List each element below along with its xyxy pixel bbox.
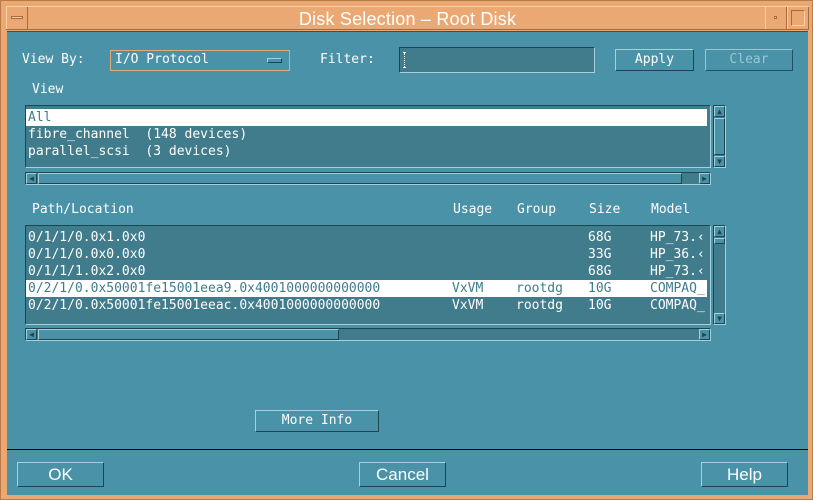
disk-model: COMPAQ_ bbox=[650, 298, 705, 313]
view-list-item-all[interactable]: All bbox=[26, 109, 707, 126]
title-bar[interactable]: Disk Selection – Root Disk bbox=[6, 6, 809, 30]
column-header-model[interactable]: Model bbox=[651, 202, 690, 217]
disk-size: 68G bbox=[588, 230, 612, 245]
maximize-button[interactable] bbox=[787, 7, 809, 29]
view-list-hscroll-thumb[interactable] bbox=[38, 173, 682, 184]
footer-separator bbox=[7, 449, 808, 451]
scroll-left-arrow-icon[interactable]: ◀ bbox=[26, 173, 37, 184]
dropdown-indicator-icon bbox=[267, 58, 282, 63]
disk-usage: VxVM bbox=[452, 298, 484, 313]
view-list[interactable]: All fibre_channel (148 devices) parallel… bbox=[25, 105, 711, 168]
disk-row[interactable]: 0/1/1/0.0x1.0x0 68G HP_73.‹ bbox=[26, 229, 710, 246]
scroll-right-arrow-icon[interactable]: ▶ bbox=[699, 173, 710, 184]
disk-path: 0/2/1/0.0x50001fe15001eea9.0x40010000000… bbox=[28, 281, 381, 296]
view-by-dropdown[interactable]: I/O Protocol bbox=[110, 50, 290, 71]
view-list-vscroll-thumb[interactable] bbox=[714, 118, 725, 155]
column-header-usage[interactable]: Usage bbox=[453, 202, 492, 217]
help-button[interactable]: Help bbox=[701, 462, 788, 487]
scroll-down-arrow-icon[interactable]: ▼ bbox=[714, 156, 725, 167]
view-by-label: View By: bbox=[22, 52, 85, 67]
minimize-icon bbox=[774, 16, 777, 19]
scroll-right-arrow-icon[interactable]: ▶ bbox=[699, 329, 710, 340]
disk-size: 10G bbox=[588, 298, 612, 313]
view-list-horizontal-scrollbar[interactable]: ◀ ▶ bbox=[25, 172, 711, 185]
disk-path: 0/1/1/0.0x1.0x0 bbox=[28, 230, 146, 245]
clear-button[interactable]: Clear bbox=[705, 49, 793, 71]
disk-list-vertical-scrollbar[interactable]: ▲ ▼ bbox=[713, 225, 726, 325]
window-frame: Disk Selection – Root Disk View By: I/O … bbox=[0, 0, 813, 500]
disk-model: HP_73.‹ bbox=[650, 264, 705, 279]
scroll-up-arrow-icon[interactable]: ▲ bbox=[714, 106, 725, 117]
filter-input[interactable] bbox=[399, 47, 595, 73]
disk-row[interactable]: 0/2/1/0.0x50001fe15001eeac.0x40010000000… bbox=[26, 297, 710, 314]
disk-group: rootdg bbox=[516, 281, 563, 296]
disk-path: 0/1/1/0.0x0.0x0 bbox=[28, 247, 146, 262]
disk-list-hscroll-thumb[interactable] bbox=[38, 329, 339, 340]
disk-size: 68G bbox=[588, 264, 612, 279]
filter-label: Filter: bbox=[320, 52, 375, 67]
view-list-vertical-scrollbar[interactable]: ▲ ▼ bbox=[713, 105, 726, 168]
disk-row[interactable]: 0/1/1/0.0x0.0x0 33G HP_36.‹ bbox=[26, 246, 710, 263]
view-list-item-fibre-channel[interactable]: fibre_channel (148 devices) bbox=[26, 126, 710, 143]
more-info-button[interactable]: More Info bbox=[255, 410, 379, 432]
scroll-up-arrow-icon[interactable]: ▲ bbox=[714, 226, 725, 237]
view-section-label: View bbox=[32, 82, 64, 97]
view-by-value: I/O Protocol bbox=[115, 52, 209, 67]
disk-usage: VxVM bbox=[452, 281, 484, 296]
apply-button[interactable]: Apply bbox=[615, 49, 694, 71]
minimize-button[interactable] bbox=[765, 7, 787, 29]
ok-button[interactable]: OK bbox=[17, 462, 104, 487]
dialog-body: View By: I/O Protocol Filter: Apply Clea… bbox=[7, 31, 808, 495]
disk-row-selected[interactable]: 0/2/1/0.0x50001fe15001eea9.0x40010000000… bbox=[26, 280, 707, 297]
cancel-button[interactable]: Cancel bbox=[359, 462, 446, 487]
disk-model: COMPAQ_ bbox=[650, 281, 705, 296]
disk-row[interactable]: 0/1/1/1.0x2.0x0 68G HP_73.‹ bbox=[26, 263, 710, 280]
column-header-path[interactable]: Path/Location bbox=[32, 202, 134, 217]
column-header-size[interactable]: Size bbox=[589, 202, 620, 217]
disk-size: 10G bbox=[588, 281, 612, 296]
disk-model: HP_36.‹ bbox=[650, 247, 705, 262]
disk-size: 33G bbox=[588, 247, 612, 262]
scroll-down-arrow-icon[interactable]: ▼ bbox=[714, 313, 725, 324]
disk-model: HP_73.‹ bbox=[650, 230, 705, 245]
text-cursor-icon bbox=[403, 52, 406, 68]
disk-list-vscroll-thumb[interactable] bbox=[714, 238, 725, 244]
disk-list-horizontal-scrollbar[interactable]: ◀ ▶ bbox=[25, 328, 711, 341]
view-list-item-parallel-scsi[interactable]: parallel_scsi (3 devices) bbox=[26, 143, 710, 160]
window-title: Disk Selection – Root Disk bbox=[298, 9, 517, 29]
disk-path: 0/2/1/0.0x50001fe15001eeac.0x40010000000… bbox=[28, 298, 381, 313]
maximize-icon bbox=[791, 10, 805, 26]
scroll-left-arrow-icon[interactable]: ◀ bbox=[26, 329, 37, 340]
column-header-group[interactable]: Group bbox=[517, 202, 556, 217]
disk-group: rootdg bbox=[516, 298, 563, 313]
disk-path: 0/1/1/1.0x2.0x0 bbox=[28, 264, 146, 279]
disk-list[interactable]: 0/1/1/0.0x1.0x0 68G HP_73.‹ 0/1/1/0.0x0.… bbox=[25, 225, 711, 325]
